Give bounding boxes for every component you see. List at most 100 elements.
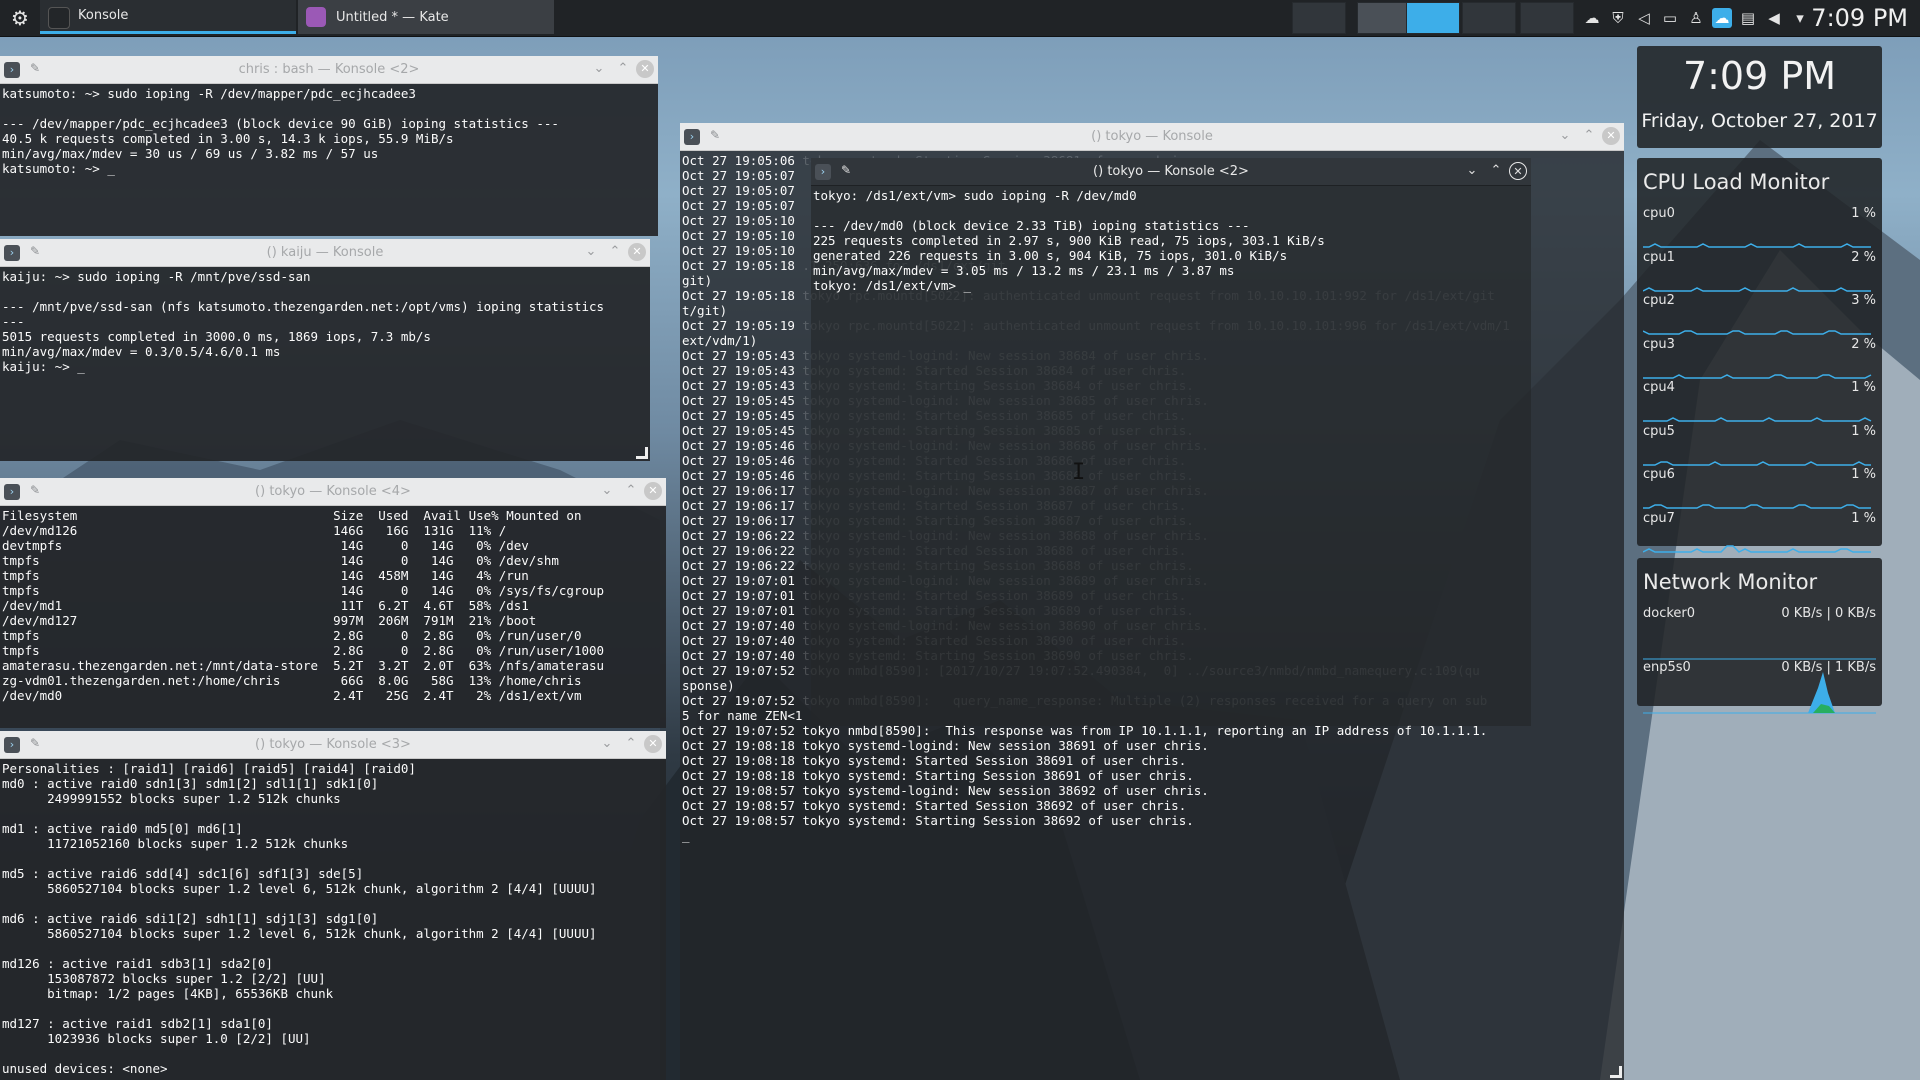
close-button[interactable]: ✕ xyxy=(644,482,662,500)
titlebar[interactable]: › ✎ () kaiju — Konsole ⌄ ⌃ ✕ xyxy=(0,239,650,267)
minimize-button[interactable]: ⌄ xyxy=(582,243,600,261)
shield-icon[interactable]: ⛨ xyxy=(1608,8,1628,28)
konsole-icon xyxy=(48,7,70,29)
terminal-line: min/avg/max/mdev = 30 us / 69 us / 3.82 … xyxy=(2,146,379,161)
minimize-button[interactable]: ⌄ xyxy=(1463,162,1481,180)
network-icon[interactable]: ☁ xyxy=(1582,8,1602,28)
minimize-button[interactable]: ⌄ xyxy=(590,60,608,78)
minimize-button[interactable]: ⌄ xyxy=(598,735,616,753)
terminal-line: tmpfs 14G 0 14G 0% /dev/shm xyxy=(2,553,559,568)
network-monitor-widget[interactable]: Network Monitor docker0 0 KB/s | 0 KB/s en… xyxy=(1637,558,1882,714)
log-timestamp: Oct 27 19:05:10 xyxy=(682,228,795,243)
terminal-line: bitmap: 1/2 pages [4KB], 65536KB chunk xyxy=(2,986,334,1001)
user-icon[interactable]: ♙ xyxy=(1686,8,1706,28)
konsole-window-tokyo-4[interactable]: › ✎ () tokyo — Konsole <4> ⌄ ⌃ ✕ Filesys… xyxy=(0,478,666,728)
maximize-button[interactable]: ⌃ xyxy=(622,482,640,500)
close-button[interactable]: ✕ xyxy=(636,60,654,78)
log-timestamp: Oct 27 19:06:22 xyxy=(682,558,795,573)
terminal-line: md1 : active raid0 md5[0] md6[1] xyxy=(2,821,243,836)
network-monitor-title: Network Monitor xyxy=(1643,570,1818,594)
log-timestamp: Oct 27 19:07:40 xyxy=(682,633,795,648)
titlebar[interactable]: › ✎ () tokyo — Konsole <2> ⌄ ⌃ ✕ xyxy=(811,158,1531,186)
terminal-line: md126 : active raid1 sdb3[1] sda2[0] xyxy=(2,956,273,971)
terminal-line: devtmpfs 14G 0 14G 0% /dev xyxy=(2,538,529,553)
log-timestamp: Oct 27 19:05:07 xyxy=(682,183,795,198)
cpu-load: 1 % xyxy=(1851,423,1876,439)
task-kate[interactable]: Untitled * — Kate xyxy=(298,0,554,34)
maximize-button[interactable]: ⌃ xyxy=(622,735,640,753)
terminal-output[interactable]: Filesystem Size Used Avail Use% Mounted … xyxy=(0,506,666,728)
window-title: () tokyo — Konsole <3> xyxy=(255,737,411,752)
cpu-load: 1 % xyxy=(1851,467,1876,482)
expand-arrow-icon[interactable]: ▾ xyxy=(1790,8,1810,28)
close-button[interactable]: ✕ xyxy=(1509,162,1527,180)
maximize-button[interactable]: ⌃ xyxy=(1487,162,1505,180)
titlebar[interactable]: › ✎ chris : bash — Konsole <2> ⌄ ⌃ ✕ xyxy=(0,56,658,84)
digital-clock-widget[interactable]: 7:09 PM Friday, October 27, 2017 xyxy=(1637,46,1882,148)
minimize-button[interactable]: ⌄ xyxy=(1556,127,1574,145)
log-timestamp: Oct 27 19:05:18 xyxy=(682,288,795,303)
system-tray: ☁ ⛨ ◁ ▭ ♙ ☁ ▤ ◀ ▾ xyxy=(1582,0,1816,36)
terminal-output[interactable]: kaiju: ~> sudo ioping -R /mnt/pve/ssd-sa… xyxy=(0,267,650,461)
application-launcher-icon[interactable]: ⚙ xyxy=(6,4,34,32)
terminal-line: tmpfs 14G 458M 14G 4% /run xyxy=(2,568,529,583)
task-label: Konsole xyxy=(78,8,129,23)
clipboard-icon[interactable]: ▤ xyxy=(1738,8,1758,28)
cpu-row-cpu5: cpu5 1 % xyxy=(1643,424,1876,467)
pager-desktop-3[interactable] xyxy=(1406,2,1460,34)
mouse-cursor-icon: I xyxy=(1072,460,1086,485)
cloud-icon[interactable]: ☁ xyxy=(1712,8,1732,28)
log-timestamp: Oct 27 19:05:06 xyxy=(682,153,795,168)
task-konsole[interactable]: Konsole xyxy=(40,0,296,34)
close-button[interactable]: ✕ xyxy=(1602,127,1620,145)
minimize-button[interactable]: ⌄ xyxy=(598,482,616,500)
cpu-load-monitor-widget[interactable]: CPU Load Monitor cpu0 1 % cpu1 2 % cpu2 3 % cp… xyxy=(1637,158,1882,553)
titlebar[interactable]: › ✎ () tokyo — Konsole ⌄ ⌃ ✕ xyxy=(680,123,1624,151)
cpu-graph xyxy=(1643,460,1871,466)
cpu-monitor-title: CPU Load Monitor xyxy=(1643,170,1830,194)
titlebar[interactable]: › ✎ () tokyo — Konsole <4> ⌄ ⌃ ✕ xyxy=(0,478,666,506)
taskbar-clock[interactable]: 7:09 PM xyxy=(1811,0,1908,36)
terminal-line: tokyo: /ds1/ext/vm> sudo ioping -R /dev/… xyxy=(813,188,1137,203)
cpu-row-cpu4: cpu4 1 % xyxy=(1643,380,1876,423)
terminal-output[interactable]: katsumoto: ~> sudo ioping -R /dev/mapper… xyxy=(0,84,658,236)
cpu-row-cpu3: cpu3 2 % xyxy=(1643,337,1876,380)
terminal-output[interactable]: tokyo: /ds1/ext/vm> sudo ioping -R /dev/… xyxy=(811,186,1531,726)
maximize-button[interactable]: ⌃ xyxy=(1580,127,1598,145)
pager-desktop-5[interactable] xyxy=(1520,2,1574,34)
terminal-line: /dev/md127 997M 206M 791M 21% /boot xyxy=(2,613,537,628)
konsole-window-chris-bash[interactable]: › ✎ chris : bash — Konsole <2> ⌄ ⌃ ✕ kat… xyxy=(0,56,658,236)
cpu-row-cpu6: cpu6 1 % xyxy=(1643,467,1876,510)
pager-desktop-1[interactable] xyxy=(1292,2,1346,34)
cpu-name: cpu5 xyxy=(1643,423,1675,439)
volume-icon[interactable]: ◀ xyxy=(1764,8,1784,28)
window-title: chris : bash — Konsole <2> xyxy=(238,62,420,77)
resize-handle[interactable] xyxy=(636,447,648,459)
close-button[interactable]: ✕ xyxy=(644,735,662,753)
log-timestamp: Oct 27 19:07:52 xyxy=(682,693,795,708)
titlebar[interactable]: › ✎ () tokyo — Konsole <3> ⌄ ⌃ ✕ xyxy=(0,731,666,759)
maximize-button[interactable]: ⌃ xyxy=(614,60,632,78)
terminal-line: 5015 requests completed in 3000.0 ms, 18… xyxy=(2,329,431,344)
terminal-output[interactable]: Personalities : [raid1] [raid6] [raid5] … xyxy=(0,759,666,1080)
terminal-line: md5 : active raid6 sdd[4] sdc1[6] sdf1[3… xyxy=(2,866,364,881)
close-button[interactable]: ✕ xyxy=(628,243,646,261)
log-timestamp: Oct 27 19:07:40 xyxy=(682,618,795,633)
pager-desktop-4[interactable] xyxy=(1462,2,1516,34)
konsole-window-kaiju[interactable]: › ✎ () kaiju — Konsole ⌄ ⌃ ✕ kaiju: ~> s… xyxy=(0,239,650,461)
network-row-docker0: docker0 0 KB/s | 0 KB/s xyxy=(1643,606,1876,660)
konsole-window-tokyo-2[interactable]: › ✎ () tokyo — Konsole <2> ⌄ ⌃ ✕ tokyo: … xyxy=(811,158,1531,726)
resize-handle[interactable] xyxy=(1610,1066,1622,1078)
cpu-graph xyxy=(1643,504,1871,509)
terminal-line: Oct 27 19:08:18 tokyo systemd: Starting … xyxy=(682,768,1194,783)
cpu-name: cpu3 xyxy=(1643,336,1675,352)
notification-icon[interactable]: ◁ xyxy=(1634,8,1654,28)
display-icon[interactable]: ▭ xyxy=(1660,8,1680,28)
maximize-button[interactable]: ⌃ xyxy=(606,243,624,261)
pager-desktop-2[interactable] xyxy=(1357,2,1411,34)
konsole-window-tokyo-3[interactable]: › ✎ () tokyo — Konsole <3> ⌄ ⌃ ✕ Persona… xyxy=(0,731,666,1080)
